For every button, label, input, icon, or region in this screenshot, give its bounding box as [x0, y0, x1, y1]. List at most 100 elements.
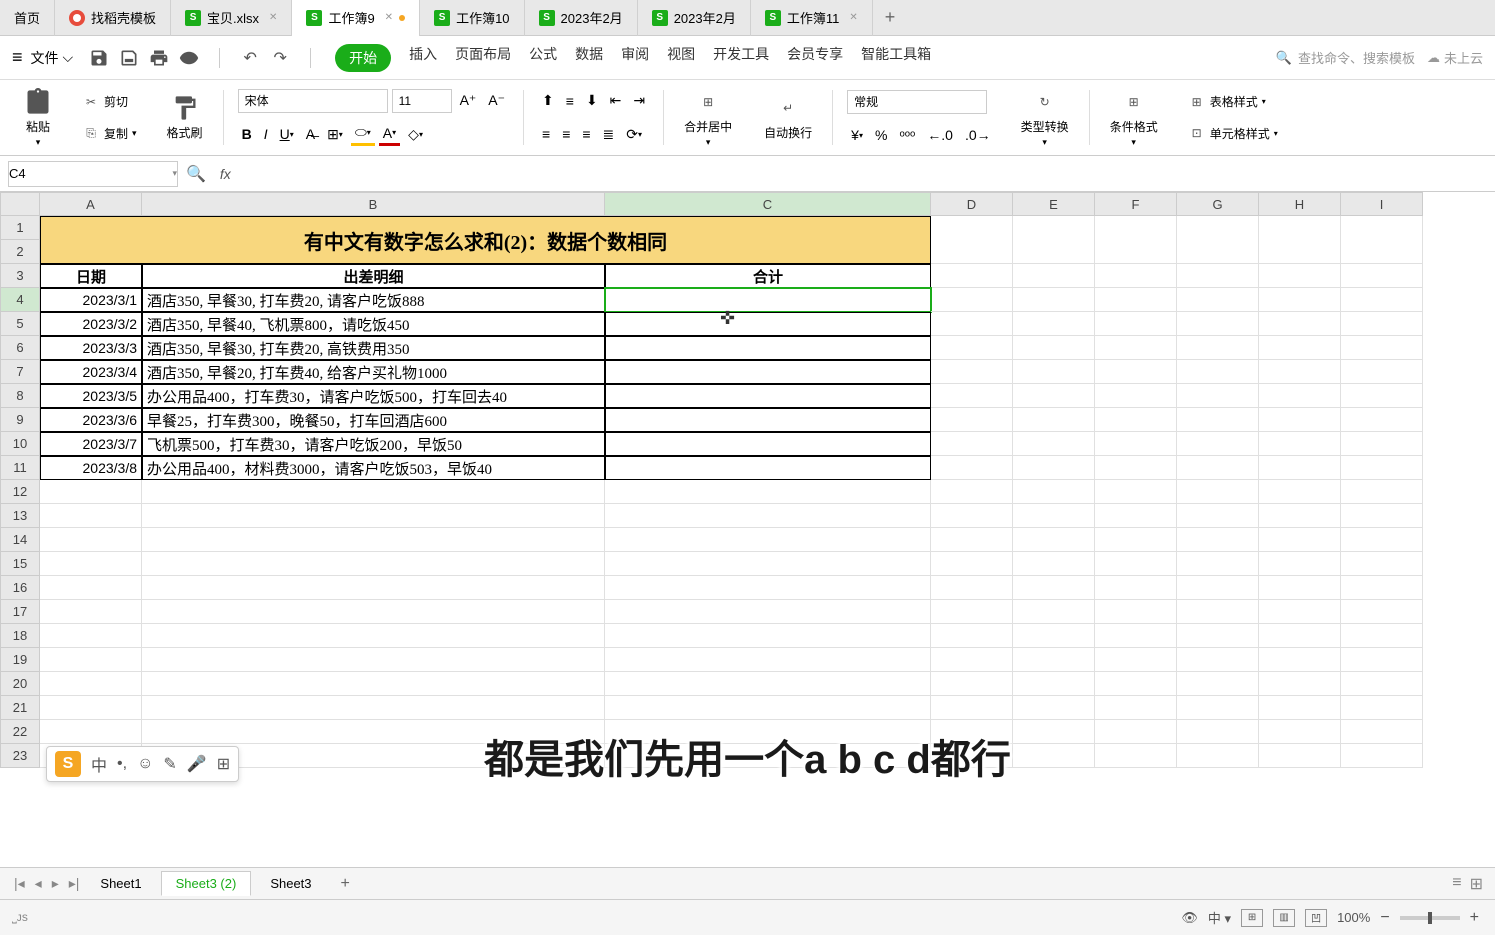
cell[interactable] — [931, 696, 1013, 720]
tab-file-workbook11[interactable]: S工作簿11✕ — [751, 0, 873, 36]
cell[interactable] — [1177, 456, 1259, 480]
ribbon-tab-pagelayout[interactable]: 页面布局 — [455, 44, 511, 72]
cell[interactable] — [1259, 312, 1341, 336]
italic-button[interactable]: I — [260, 124, 272, 144]
cell[interactable] — [1341, 408, 1423, 432]
save-as-icon[interactable] — [119, 48, 139, 68]
cell[interactable] — [142, 504, 605, 528]
cell-A4[interactable]: 2023/3/1 — [40, 288, 142, 312]
cell[interactable] — [1177, 720, 1259, 744]
row-header-14[interactable]: 14 — [0, 528, 40, 552]
cell[interactable] — [142, 480, 605, 504]
ime-status-icon[interactable]: 中 ▾ — [1208, 908, 1231, 927]
cell[interactable] — [1095, 552, 1177, 576]
cell[interactable] — [1177, 264, 1259, 288]
cell[interactable] — [1341, 576, 1423, 600]
cell[interactable] — [1341, 552, 1423, 576]
cell[interactable] — [1177, 504, 1259, 528]
sheet-tab-sheet3[interactable]: Sheet3 — [255, 871, 326, 896]
zoom-in-button[interactable]: + — [1466, 909, 1483, 927]
cell[interactable] — [1095, 504, 1177, 528]
row-header-6[interactable]: 6 — [0, 336, 40, 360]
number-format-select[interactable] — [847, 90, 987, 114]
ime-punct-button[interactable]: •, — [117, 755, 127, 773]
cell[interactable] — [1095, 696, 1177, 720]
cell-C6[interactable] — [605, 336, 931, 360]
cell[interactable] — [142, 672, 605, 696]
cell[interactable] — [1013, 432, 1095, 456]
cell[interactable] — [1177, 432, 1259, 456]
sheet-tab-sheet1[interactable]: Sheet1 — [85, 871, 156, 896]
cell[interactable] — [1341, 312, 1423, 336]
cell[interactable] — [931, 288, 1013, 312]
row-header-16[interactable]: 16 — [0, 576, 40, 600]
cell[interactable] — [1259, 552, 1341, 576]
cell[interactable] — [605, 552, 931, 576]
cell[interactable] — [1341, 480, 1423, 504]
cell[interactable] — [142, 576, 605, 600]
clear-format-button[interactable]: ◇▾ — [404, 124, 427, 145]
cell[interactable] — [1095, 216, 1177, 264]
ribbon-tab-start[interactable]: 开始 — [335, 44, 391, 72]
increase-font-icon[interactable]: A⁺ — [456, 90, 481, 111]
print-preview-icon[interactable] — [179, 48, 199, 68]
cell[interactable] — [1341, 456, 1423, 480]
copy-button[interactable]: ⎘复制▾ — [78, 122, 141, 144]
cell[interactable] — [1177, 600, 1259, 624]
cell[interactable] — [931, 408, 1013, 432]
add-sheet-button[interactable]: + — [331, 875, 360, 893]
header-cell-A[interactable]: 日期 — [40, 264, 142, 288]
cell[interactable] — [142, 600, 605, 624]
cell[interactable] — [1259, 264, 1341, 288]
cell[interactable] — [40, 648, 142, 672]
tab-file-workbook9[interactable]: S工作簿9✕ — [292, 0, 420, 36]
cell[interactable] — [1095, 720, 1177, 744]
cell[interactable] — [1013, 456, 1095, 480]
redo-icon[interactable]: ↷ — [270, 48, 290, 68]
tab-file-baobei[interactable]: S宝贝.xlsx✕ — [171, 0, 292, 36]
cell[interactable] — [1177, 744, 1259, 768]
font-color-button[interactable]: A▾ — [379, 123, 400, 146]
cell[interactable] — [605, 504, 931, 528]
border-button[interactable]: ⊞▾ — [323, 124, 347, 145]
row-header-21[interactable]: 21 — [0, 696, 40, 720]
cells-area[interactable]: 有中文有数字怎么求和(2)：数据个数相同日期出差明细合计2023/3/1酒店35… — [40, 216, 1423, 768]
view-page-button[interactable]: ▥ — [1273, 909, 1295, 927]
cell[interactable] — [931, 480, 1013, 504]
cell[interactable] — [1259, 624, 1341, 648]
ime-voice-button[interactable]: 🎤 — [187, 754, 207, 774]
zoom-level[interactable]: 100% — [1337, 910, 1370, 925]
cell[interactable] — [142, 696, 605, 720]
js-macro-icon[interactable]: ⎵ᴊs — [12, 910, 28, 925]
cell-B5[interactable]: 酒店350, 早餐40, 飞机票800，请吃饭450 — [142, 312, 605, 336]
ribbon-tab-review[interactable]: 审阅 — [621, 44, 649, 72]
cell[interactable] — [1259, 456, 1341, 480]
increase-decimal-button[interactable]: ←.0 — [923, 125, 957, 145]
cell[interactable] — [40, 528, 142, 552]
strikethrough-button[interactable]: A̶ — [302, 124, 319, 144]
cell[interactable] — [1341, 672, 1423, 696]
tab-file-2023-2b[interactable]: S2023年2月 — [638, 0, 751, 36]
row-header-7[interactable]: 7 — [0, 360, 40, 384]
cell[interactable] — [1341, 504, 1423, 528]
cell[interactable] — [1259, 696, 1341, 720]
underline-button[interactable]: U▾ — [276, 124, 298, 144]
row-header-12[interactable]: 12 — [0, 480, 40, 504]
align-right-button[interactable]: ≡ — [578, 124, 594, 144]
cell[interactable] — [1259, 528, 1341, 552]
ribbon-tab-view[interactable]: 视图 — [667, 44, 695, 72]
ime-emoji-button[interactable]: ☺ — [137, 755, 153, 773]
tab-file-2023-2a[interactable]: S2023年2月 — [525, 0, 638, 36]
row-header-10[interactable]: 10 — [0, 432, 40, 456]
cell-A9[interactable]: 2023/3/6 — [40, 408, 142, 432]
align-left-button[interactable]: ≡ — [538, 124, 554, 144]
row-header-2[interactable]: 2 — [0, 240, 40, 264]
col-header-E[interactable]: E — [1013, 192, 1095, 216]
cell[interactable] — [931, 552, 1013, 576]
cell[interactable] — [1259, 480, 1341, 504]
hamburger-icon[interactable]: ≡ — [12, 47, 23, 68]
col-header-H[interactable]: H — [1259, 192, 1341, 216]
cell[interactable] — [1177, 408, 1259, 432]
table-style-button[interactable]: ⊞表格样式▾ — [1184, 91, 1282, 113]
cell[interactable] — [1013, 504, 1095, 528]
